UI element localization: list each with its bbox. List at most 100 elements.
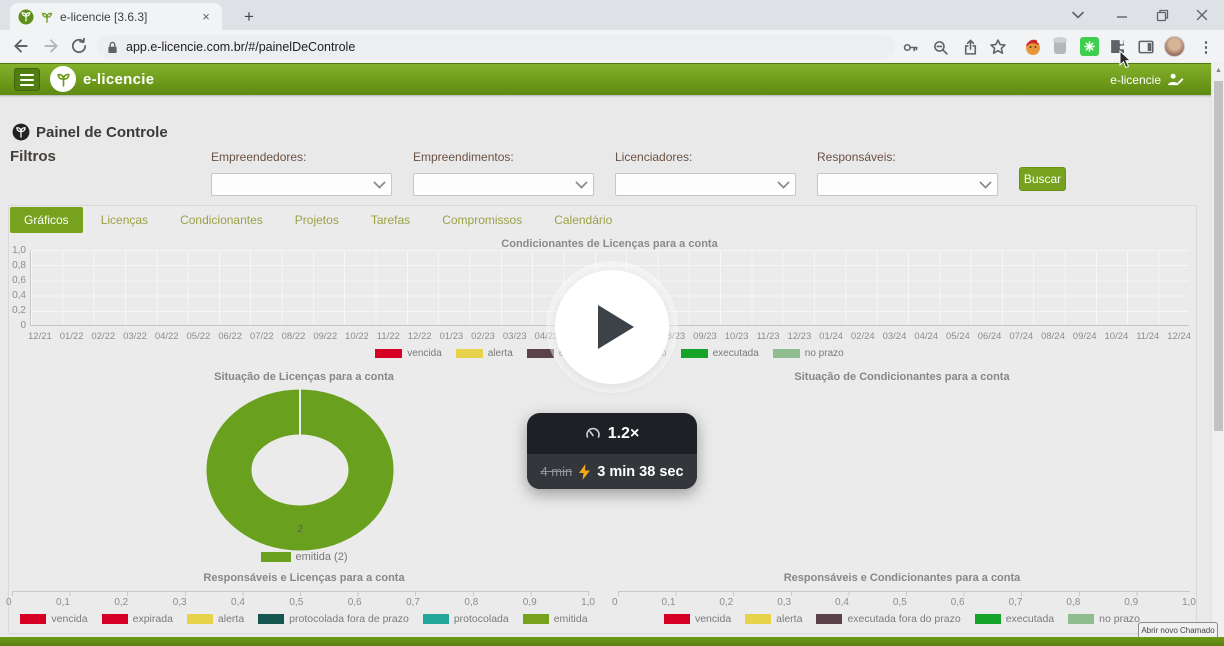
filter-select[interactable] bbox=[615, 173, 796, 196]
restore-button[interactable] bbox=[1140, 0, 1184, 30]
duration-row: 4 min 3 min 38 sec bbox=[527, 454, 697, 489]
side-panel-icon[interactable] bbox=[1136, 37, 1156, 57]
browser-titlebar: e-licencie [3.6.3] × + bbox=[0, 0, 1224, 30]
x-axis-label: 04/22 bbox=[155, 331, 179, 342]
dashboard-tabs: Gráficos Licenças Condicionantes Projeto… bbox=[10, 207, 626, 233]
y-axis-label: 0,4 bbox=[12, 290, 26, 301]
filter-label: Licenciadores: bbox=[615, 150, 796, 164]
x-tick-label: 1,0 bbox=[1182, 597, 1196, 608]
zoom-out-icon[interactable] bbox=[930, 37, 950, 57]
x-tick-label: 0,4 bbox=[231, 597, 245, 608]
filter-group: Licenciadores: bbox=[615, 150, 796, 196]
elicencie-logo bbox=[50, 66, 76, 92]
legend-swatch bbox=[261, 552, 291, 562]
brand-name: e-licencie bbox=[83, 71, 154, 88]
back-button[interactable] bbox=[12, 37, 32, 57]
address-bar[interactable]: app.e-licencie.com.br/#/painelDeControle bbox=[97, 35, 895, 59]
reload-button[interactable] bbox=[70, 37, 90, 57]
x-tick-label: 0,3 bbox=[777, 597, 791, 608]
x-tick-label: 0,7 bbox=[406, 597, 420, 608]
url-text: app.e-licencie.com.br/#/painelDeControle bbox=[126, 40, 355, 54]
chevron-down-icon bbox=[575, 181, 588, 189]
forward-button[interactable] bbox=[42, 37, 62, 57]
filter-select[interactable] bbox=[817, 173, 998, 196]
y-axis-label: 0,8 bbox=[12, 260, 26, 271]
legend-item: emitida bbox=[523, 613, 588, 625]
scroll-up-arrow[interactable]: ▲ bbox=[1215, 67, 1222, 74]
dashboard-tab[interactable]: Calendário bbox=[540, 207, 626, 233]
filter-select[interactable] bbox=[413, 173, 594, 196]
filter-select[interactable] bbox=[211, 173, 392, 196]
green-grid-extension-icon[interactable] bbox=[1080, 37, 1099, 56]
filter-group: Empreendedores: bbox=[211, 150, 392, 196]
playback-speed-overlay[interactable]: 1.2× 4 min 3 min 38 sec bbox=[527, 413, 697, 489]
search-button[interactable]: Buscar bbox=[1019, 167, 1066, 191]
x-tick-label: 1,0 bbox=[581, 597, 595, 608]
menu-hamburger-button[interactable] bbox=[14, 68, 40, 91]
legend-swatch bbox=[664, 614, 690, 624]
chevron-down-icon bbox=[979, 181, 992, 189]
dashboard-tab[interactable]: Licenças bbox=[87, 207, 162, 233]
dashboard-tab[interactable]: Projetos bbox=[281, 207, 353, 233]
x-tick-label: 0,1 bbox=[56, 597, 70, 608]
x-axis-label: 05/24 bbox=[946, 331, 970, 342]
legend-item: expirada bbox=[102, 613, 173, 625]
y-axis-label: 0 bbox=[20, 320, 26, 331]
tab-close-icon[interactable]: × bbox=[198, 9, 214, 24]
browser-tab[interactable]: e-licencie [3.6.3] × bbox=[10, 3, 222, 30]
filter-label: Empreendimentos: bbox=[413, 150, 594, 164]
x-tick-label: 0,5 bbox=[289, 597, 303, 608]
x-tick-label: 0 bbox=[612, 597, 618, 608]
minimize-button[interactable] bbox=[1100, 0, 1144, 30]
open-ticket-button[interactable]: Abrir novo Chamado bbox=[1138, 622, 1218, 638]
dashboard-tab[interactable]: Compromissos bbox=[428, 207, 536, 233]
vertical-scrollbar[interactable]: ▲ bbox=[1211, 63, 1224, 646]
tab-title: e-licencie [3.6.3] bbox=[60, 10, 192, 24]
filter-label: Empreendedores: bbox=[211, 150, 392, 164]
resp-condicionantes-title: Responsáveis e Condicionantes para a con… bbox=[608, 572, 1196, 584]
chart1-title: Condicionantes de Licenças para a conta bbox=[30, 238, 1189, 250]
key-icon[interactable] bbox=[900, 37, 920, 57]
x-tick-label: 0,8 bbox=[1066, 597, 1080, 608]
account-label: e-licencie bbox=[1110, 73, 1161, 87]
x-tick-label: 0,6 bbox=[951, 597, 965, 608]
legend-swatch bbox=[773, 349, 800, 358]
x-axis-label: 08/22 bbox=[282, 331, 306, 342]
legend-item: no prazo bbox=[1068, 613, 1140, 625]
video-play-button[interactable] bbox=[555, 270, 669, 384]
dashboard-tab[interactable]: Gráficos bbox=[10, 207, 83, 233]
scrollbar-thumb[interactable] bbox=[1214, 81, 1223, 431]
legend-swatch bbox=[423, 614, 449, 624]
x-tick-label: 0,9 bbox=[1124, 597, 1138, 608]
user-edit-icon bbox=[1167, 72, 1184, 87]
new-tab-button[interactable]: + bbox=[238, 6, 260, 28]
legend-item: executada bbox=[681, 348, 759, 359]
legend-label: alerta bbox=[488, 348, 513, 359]
dashboard-tab[interactable]: Tarefas bbox=[357, 207, 424, 233]
donut-chart-title: Situação de Licenças para a conta bbox=[8, 371, 600, 383]
legend-label: emitida (2) bbox=[296, 551, 348, 563]
legend-item: executada fora do prazo bbox=[816, 613, 960, 625]
tab-search-icon[interactable] bbox=[1056, 0, 1100, 30]
legend-label: executada fora do prazo bbox=[847, 613, 960, 625]
santa-extension-icon[interactable] bbox=[1023, 36, 1043, 56]
app-logo-circle-icon bbox=[18, 9, 34, 25]
x-tick-label: 0,3 bbox=[173, 597, 187, 608]
menu-dots-icon[interactable]: ⋮ bbox=[1196, 37, 1216, 57]
dashboard-tab[interactable]: Condicionantes bbox=[166, 207, 277, 233]
legend-swatch bbox=[456, 349, 483, 358]
account-menu[interactable]: e-licencie bbox=[1110, 72, 1184, 87]
legend-swatch bbox=[375, 349, 402, 358]
cylinder-extension-icon[interactable] bbox=[1053, 37, 1067, 55]
x-axis-label: 03/22 bbox=[123, 331, 147, 342]
x-axis-label: 08/24 bbox=[1041, 331, 1065, 342]
x-axis-label: 06/22 bbox=[218, 331, 242, 342]
x-axis-label: 01/22 bbox=[60, 331, 84, 342]
bookmark-star-icon[interactable] bbox=[988, 37, 1008, 57]
x-axis-label: 12/24 bbox=[1167, 331, 1191, 342]
profile-avatar[interactable] bbox=[1164, 36, 1185, 57]
x-tick-label: 0,9 bbox=[523, 597, 537, 608]
close-window-button[interactable] bbox=[1180, 0, 1224, 30]
speed-value: 1.2× bbox=[608, 425, 640, 443]
share-icon[interactable] bbox=[960, 37, 980, 57]
